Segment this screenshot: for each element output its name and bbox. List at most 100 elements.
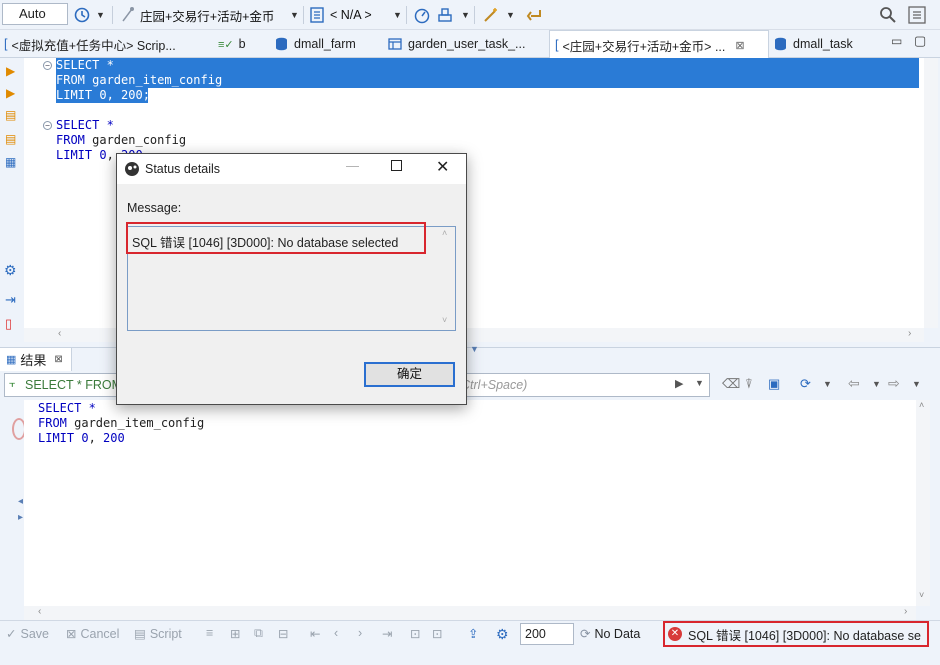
tab-dmall-task[interactable]: dmall_task	[774, 30, 853, 58]
code-line: FROM garden_config	[56, 133, 187, 147]
transaction-mode-select[interactable]: Auto	[2, 3, 68, 25]
tools-dropdown-icon[interactable]: ▼	[506, 4, 515, 26]
maximize-editor-icon[interactable]: ▢	[914, 33, 926, 49]
search-icon[interactable]	[879, 6, 897, 24]
active-schema-selector[interactable]: < N/A >	[330, 4, 372, 26]
history-back-icon[interactable]: ⇦	[848, 375, 860, 392]
fetch-size-input[interactable]: 200	[520, 623, 574, 645]
scroll-up-icon[interactable]: ˄	[442, 228, 447, 238]
script-icon: [	[555, 38, 559, 52]
history-dropdown-icon[interactable]: ▼	[96, 4, 105, 26]
fold-toggle-icon[interactable]: −	[43, 61, 52, 70]
add-row-icon[interactable]: ⊞	[230, 626, 240, 641]
save-button[interactable]: ✓ Save	[6, 626, 49, 642]
delete-row-icon[interactable]: ⊟	[278, 626, 288, 641]
back-dropdown-icon[interactable]: ▼	[872, 379, 881, 389]
tab-garden-user-task[interactable]: garden_user_task_...	[388, 30, 525, 58]
database-icon	[775, 37, 786, 51]
close-icon[interactable]: ✕	[436, 157, 449, 177]
tab-script-virtual-recharge[interactable]: [ <虚拟充值+任务中心> Scrip...	[4, 30, 176, 58]
apply-filter-icon[interactable]: ▶	[675, 377, 683, 390]
dashboard-icon[interactable]	[413, 6, 431, 24]
clear-filter-icon[interactable]: ⌫	[722, 376, 740, 392]
scroll-down-icon[interactable]: ˅	[442, 315, 447, 325]
cancel-button[interactable]: ⊠ Cancel	[66, 626, 119, 642]
close-tab-icon[interactable]: ⊠	[54, 354, 62, 365]
execute-new-tab-icon[interactable]: ▶	[6, 86, 15, 100]
tab-b[interactable]: ≡✓ b	[218, 30, 246, 58]
connection-icon	[122, 7, 134, 22]
fold-toggle-icon[interactable]: −	[43, 121, 52, 130]
history-forward-icon[interactable]: ⇨	[888, 375, 900, 392]
file-icon[interactable]: ▯	[5, 316, 12, 332]
script-button[interactable]: ▤ Script	[134, 626, 182, 642]
tab-script-active[interactable]: [ <庄园+交易行+活动+金币> ... ⊠	[549, 30, 769, 59]
first-page-icon[interactable]: ⇤	[310, 626, 320, 641]
schema-dropdown-icon[interactable]: ▼	[393, 4, 402, 26]
last-page-icon[interactable]: ⇥	[382, 626, 392, 641]
back-navigation-icon[interactable]	[526, 6, 544, 24]
edit-row-icon[interactable]: ≡	[206, 626, 213, 640]
wand-icon[interactable]	[482, 6, 500, 24]
tab-dmall-farm[interactable]: dmall_farm	[275, 30, 356, 58]
collapse-panel-icon[interactable]: ▸	[18, 512, 23, 523]
message-scrollbar[interactable]: ˄ ˅	[437, 227, 455, 330]
fetch-page-icon[interactable]: ⊡	[410, 626, 420, 641]
minimize-icon[interactable]: —	[346, 158, 359, 173]
next-page-icon[interactable]: ›	[358, 626, 362, 640]
table-icon	[388, 38, 402, 50]
maximize-icon[interactable]	[391, 160, 402, 171]
export-icon[interactable]: ⇥	[5, 292, 16, 308]
editor-side-toolbar: ▶ ▶ ▤ ▤ ▦ ⚙ ⇥ ▯	[0, 58, 24, 348]
settings-icon[interactable]: ⚙	[496, 626, 509, 643]
execute-statement-icon[interactable]: ▶	[6, 64, 15, 78]
filter-history-dropdown-icon[interactable]: ▼	[695, 378, 704, 388]
panel-collapse-icon[interactable]: ▼	[470, 344, 479, 354]
transaction-log-icon[interactable]	[437, 6, 453, 24]
scroll-left-icon[interactable]: ‹	[38, 606, 41, 617]
sql-console-icon: ≡✓	[218, 38, 234, 51]
execute-script-new-tab-icon[interactable]: ▤	[5, 132, 16, 146]
main-toolbar: Auto ▼ 庄园+交易行+活动+金币 ▼ < N/A > ▼ ▼ ▼	[0, 0, 940, 30]
tab-results[interactable]: ▦ 结果 ⊠	[0, 348, 72, 371]
ok-button[interactable]: 确定	[364, 362, 455, 387]
previous-page-icon[interactable]: ‹	[334, 626, 338, 640]
explain-plan-icon[interactable]: ▦	[5, 155, 16, 169]
copy-row-icon[interactable]: ⧉	[254, 626, 263, 641]
custom-filter-icon[interactable]: ⍒	[745, 376, 753, 392]
transaction-dropdown-icon[interactable]: ▼	[461, 4, 470, 26]
dialog-title: Status details	[145, 162, 221, 176]
refresh-icon: ⟳	[580, 627, 591, 641]
code-line: SELECT *	[56, 58, 114, 72]
results-vertical-scrollbar[interactable]: ˄ ˅	[916, 400, 930, 606]
results-text-area[interactable]: SELECT * FROM garden_item_config LIMIT 0…	[24, 400, 916, 606]
query-line: LIMIT 0, 200	[38, 431, 125, 445]
refresh-results-button[interactable]: ⟳ No Data	[580, 626, 640, 642]
export-data-icon[interactable]: ⇪	[468, 626, 478, 641]
perspective-icon[interactable]	[908, 6, 928, 24]
editor-vertical-scrollbar[interactable]	[924, 58, 938, 328]
settings-icon[interactable]: ⚙	[4, 262, 17, 279]
scroll-up-icon[interactable]: ˄	[919, 400, 924, 410]
scroll-left-icon[interactable]: ‹	[58, 328, 61, 339]
scroll-down-icon[interactable]: ˅	[919, 590, 924, 600]
minimize-editor-icon[interactable]: ▭	[891, 34, 902, 48]
history-icon[interactable]	[73, 6, 91, 24]
connection-dropdown-icon[interactable]: ▼	[290, 4, 299, 26]
highlight-box	[663, 621, 929, 647]
forward-dropdown-icon[interactable]: ▼	[912, 379, 921, 389]
execute-script-icon[interactable]: ▤	[5, 108, 16, 122]
script-icon: [	[4, 37, 8, 51]
query-line: FROM garden_item_config	[38, 416, 205, 430]
refresh-dropdown-icon[interactable]: ▼	[823, 379, 832, 389]
save-filter-icon[interactable]: ▣	[768, 376, 780, 392]
refresh-icon[interactable]: ⟳	[800, 376, 811, 392]
scroll-right-icon[interactable]: ›	[904, 606, 907, 617]
fetch-all-icon[interactable]: ⊡	[432, 626, 442, 641]
scroll-right-icon[interactable]: ›	[908, 328, 911, 339]
results-horizontal-scrollbar[interactable]: ‹ ›	[24, 606, 916, 620]
expand-panel-icon[interactable]: ◂	[18, 496, 23, 507]
active-connection-selector[interactable]: 庄园+交易行+活动+金币	[140, 4, 274, 26]
editor-tab-bar: [ <虚拟充值+任务中心> Scrip... ≡✓ b dmall_farm g…	[0, 30, 940, 59]
close-tab-icon[interactable]: ⊠	[735, 39, 744, 52]
